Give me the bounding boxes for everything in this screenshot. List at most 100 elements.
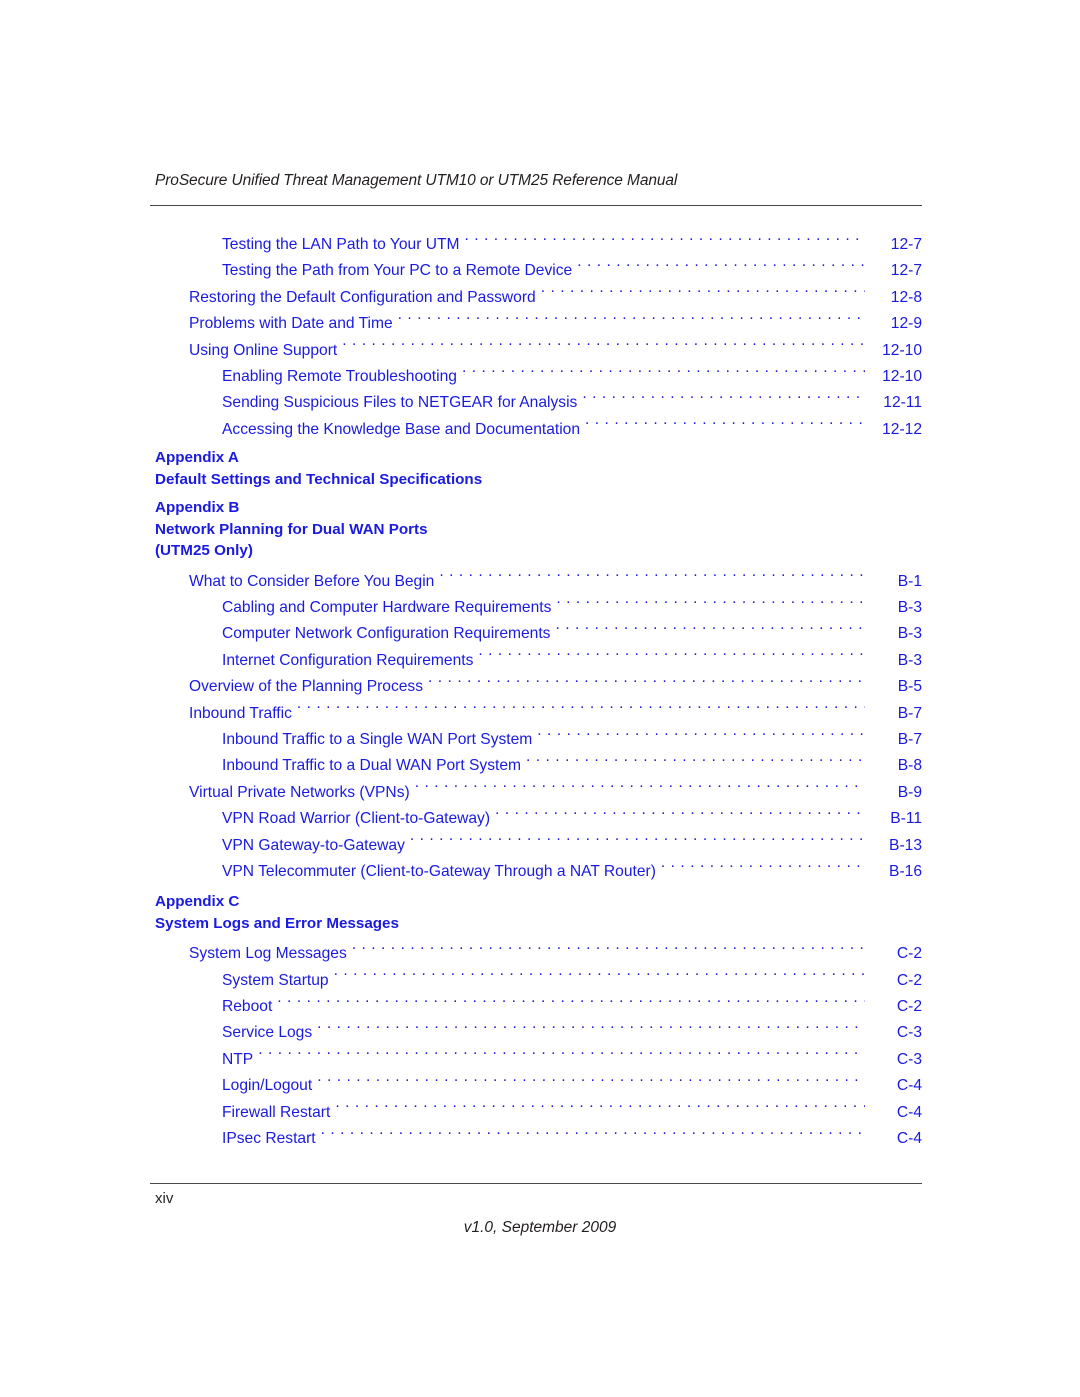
- toc-entry-title: Overview of the Planning Process: [189, 678, 424, 696]
- toc-entry-page-number: 12-7: [890, 262, 922, 280]
- toc-dot-leader: [478, 649, 865, 665]
- toc-entry-page-number: 12-10: [882, 341, 922, 359]
- toc-entry-title: Virtual Private Networks (VPNs): [189, 783, 410, 801]
- toc-entry-title: VPN Road Warrior (Client-to-Gateway): [222, 810, 491, 828]
- toc-dot-leader: [342, 339, 865, 355]
- toc-entry[interactable]: Accessing the Knowledge Base and Documen…: [150, 417, 922, 443]
- toc-entry[interactable]: Virtual Private Networks (VPNs) B-9: [150, 780, 922, 806]
- toc-appendix-heading-line: (UTM25 Only): [155, 542, 253, 560]
- toc-dot-leader: [334, 969, 865, 985]
- toc-entry-title: Inbound Traffic to a Dual WAN Port Syste…: [222, 757, 522, 775]
- toc-entry-page-number: B-8: [897, 757, 922, 775]
- toc-entry[interactable]: Testing the Path from Your PC to a Remot…: [150, 258, 922, 284]
- toc-entry-title: VPN Telecommuter (Client-to-Gateway Thro…: [222, 862, 656, 880]
- toc-entry-page-number: B-3: [897, 651, 922, 669]
- toc-entry[interactable]: Inbound Traffic B-7: [150, 701, 922, 727]
- toc-entry[interactable]: Computer Network Configuration Requireme…: [150, 621, 922, 647]
- toc-dot-leader: [428, 676, 865, 692]
- toc-entry-page-number: 12-7: [890, 236, 922, 253]
- toc-entry-page-number: 12-8: [890, 288, 922, 306]
- toc-entry[interactable]: Service Logs C-3: [150, 1020, 922, 1046]
- toc-entry-page-number: C-4: [896, 1103, 922, 1121]
- toc-entry-title: Accessing the Knowledge Base and Documen…: [222, 420, 581, 438]
- toc-entry-page-number: B-3: [897, 625, 922, 643]
- toc-entry[interactable]: Inbound Traffic to a Single WAN Port Sys…: [150, 727, 922, 753]
- toc-entry-page-number: 12-9: [890, 315, 922, 333]
- toc-dot-leader: [556, 596, 865, 612]
- toc-entry[interactable]: Firewall Restart C-4: [150, 1100, 922, 1126]
- toc-entry[interactable]: What to Consider Before You Begin B-1: [150, 569, 922, 595]
- toc-entry-title: Internet Configuration Requirements: [222, 651, 474, 669]
- toc-appendix-heading-line: Default Settings and Technical Specifica…: [155, 470, 483, 488]
- toc-entry-page-number: B-5: [897, 678, 922, 696]
- toc-entry-title: Problems with Date and Time: [189, 315, 393, 333]
- toc-entry-title: Testing the Path from Your PC to a Remot…: [222, 262, 573, 280]
- toc-entry-page-number: B-3: [897, 599, 922, 617]
- toc-entry[interactable]: IPsec Restart C-4: [150, 1126, 922, 1152]
- toc-dot-leader: [410, 834, 865, 850]
- toc-entry[interactable]: VPN Telecommuter (Client-to-Gateway Thro…: [150, 859, 922, 885]
- toc-entry[interactable]: Problems with Date and Time 12-9: [150, 311, 922, 337]
- toc-dot-leader: [577, 260, 865, 276]
- page-folio: xiv: [155, 1190, 174, 1207]
- footer-rule: [150, 1183, 922, 1184]
- toc-entry-page-number: 12-11: [883, 394, 922, 412]
- toc-entry-title: Firewall Restart: [222, 1103, 331, 1121]
- toc-dot-leader: [317, 1022, 865, 1038]
- toc-entry[interactable]: System Startup C-2: [150, 968, 922, 994]
- toc-entry-page-number: B-11: [890, 810, 922, 828]
- toc-entry[interactable]: Testing the LAN Path to Your UTM 12-7: [150, 232, 922, 258]
- toc-entry[interactable]: Internet Configuration Requirements B-3: [150, 648, 922, 674]
- toc-appendix-heading[interactable]: Appendix B Network Planning for Dual WAN …: [150, 497, 922, 569]
- toc-dot-leader: [317, 1075, 865, 1091]
- toc-entry-title: Computer Network Configuration Requireme…: [222, 625, 551, 643]
- toc-entry-title: Enabling Remote Troubleshooting: [222, 367, 457, 385]
- toc-dot-leader: [439, 570, 865, 586]
- toc-entry-title: Login/Logout: [222, 1077, 313, 1095]
- table-of-contents: Testing the LAN Path to Your UTM12-7Test…: [150, 232, 922, 1152]
- toc-dot-leader: [277, 996, 865, 1012]
- toc-entry-title: Sending Suspicious Files to NETGEAR for …: [222, 394, 578, 412]
- toc-entry-title: Cabling and Computer Hardware Requiremen…: [222, 599, 552, 617]
- toc-dot-leader: [465, 233, 866, 249]
- toc-dot-leader: [297, 702, 865, 718]
- toc-appendix-heading[interactable]: Appendix A Default Settings and Technical…: [150, 443, 922, 497]
- toc-appendix-heading-line: Appendix B: [155, 499, 240, 517]
- toc-entry-page-number: C-4: [896, 1077, 922, 1095]
- toc-entry-title: VPN Gateway-to-Gateway: [222, 836, 405, 854]
- toc-entry-title: Testing the LAN Path to Your UTM: [222, 236, 460, 253]
- toc-appendix-heading-line: Network Planning for Dual WAN Ports: [155, 520, 428, 538]
- toc-entry-page-number: B-7: [897, 704, 922, 722]
- toc-entry-title: System Startup: [222, 971, 329, 989]
- toc-dot-leader: [526, 755, 865, 771]
- header-rule: [150, 205, 922, 206]
- toc-entry-title: What to Consider Before You Begin: [189, 572, 435, 590]
- toc-entry-page-number: C-2: [896, 945, 922, 963]
- toc-entry-page-number: C-2: [896, 971, 922, 989]
- toc-entry[interactable]: Using Online Support 12-10: [150, 338, 922, 364]
- toc-entry-page-number: B-13: [889, 836, 922, 854]
- toc-entry-title: Using Online Support: [189, 341, 338, 359]
- toc-entry-page-number: 12-12: [882, 420, 922, 438]
- toc-entry-title: Inbound Traffic: [189, 704, 292, 722]
- toc-entry-page-number: B-16: [889, 862, 922, 880]
- toc-entry[interactable]: VPN Gateway-to-Gateway B-13: [150, 833, 922, 859]
- toc-entry[interactable]: Cabling and Computer Hardware Requiremen…: [150, 595, 922, 621]
- toc-appendix-heading[interactable]: Appendix C System Logs and Error Messages: [150, 885, 922, 941]
- toc-entry[interactable]: Enabling Remote Troubleshooting 12-10: [150, 364, 922, 390]
- toc-appendix-heading-line: Appendix C: [155, 893, 240, 911]
- toc-entry[interactable]: VPN Road Warrior (Client-to-Gateway) B-11: [150, 806, 922, 832]
- toc-dot-leader: [398, 313, 865, 329]
- toc-dot-leader: [555, 623, 865, 639]
- toc-dot-leader: [352, 943, 865, 959]
- document-version: v1.0, September 2009: [463, 1219, 617, 1236]
- toc-entry[interactable]: Sending Suspicious Files to NETGEAR for …: [150, 390, 922, 416]
- toc-entry[interactable]: Overview of the Planning Process B-5: [150, 674, 922, 700]
- toc-entry[interactable]: NTP C-3: [150, 1047, 922, 1073]
- toc-entry[interactable]: System Log Messages C-2: [150, 941, 922, 967]
- toc-entry[interactable]: Login/Logout C-4: [150, 1073, 922, 1099]
- toc-entry[interactable]: Reboot C-2: [150, 994, 922, 1020]
- toc-entry[interactable]: Inbound Traffic to a Dual WAN Port Syste…: [150, 753, 922, 779]
- toc-entry[interactable]: Restoring the Default Configuration and …: [150, 285, 922, 311]
- toc-entry-title: Restoring the Default Configuration and …: [189, 288, 536, 306]
